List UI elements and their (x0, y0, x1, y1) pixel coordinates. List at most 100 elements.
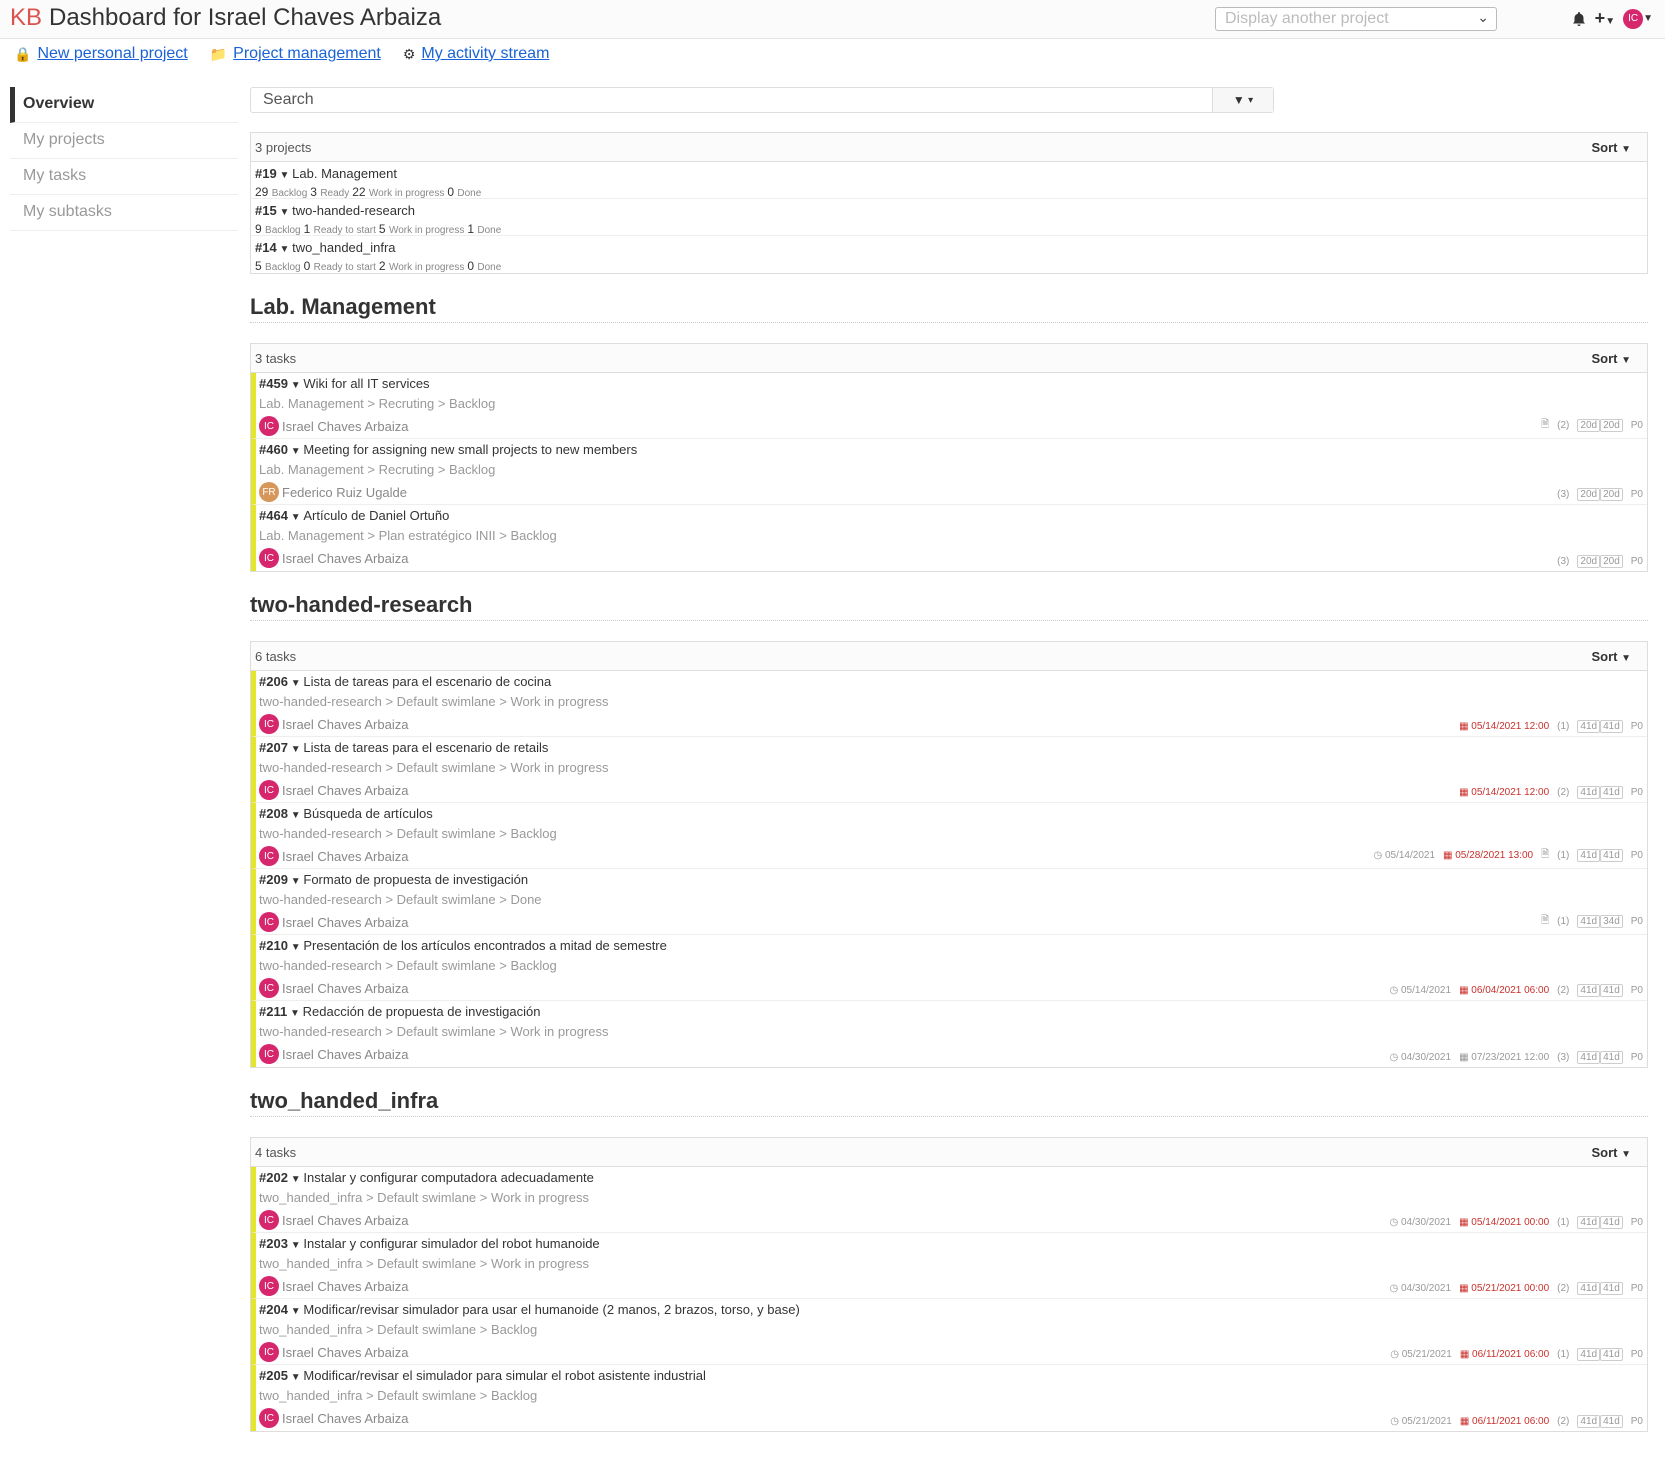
plus-menu-icon[interactable]: +▼ (1595, 8, 1615, 29)
task-id[interactable]: #210 (259, 938, 288, 953)
task-row[interactable]: #207 ▼ Lista de tareas para el escenario… (251, 737, 1647, 803)
project-id[interactable]: #19 (255, 166, 277, 181)
chevron-down-icon[interactable]: ▼ (288, 446, 303, 457)
project-name[interactable]: two_handed_infra (292, 240, 395, 255)
task-row[interactable]: #464 ▼ Artículo de Daniel Ortuño Lab. Man… (251, 505, 1647, 571)
task-id[interactable]: #204 (259, 1302, 288, 1317)
chevron-down-icon[interactable]: ▼ (288, 942, 303, 953)
task-id[interactable]: #208 (259, 806, 288, 821)
comments-count[interactable]: (1) (1557, 1217, 1569, 1228)
user-menu[interactable]: IC ▼ (1623, 8, 1653, 29)
comments-count[interactable]: (2) (1557, 787, 1569, 798)
chevron-down-icon[interactable]: ▼ (288, 678, 303, 689)
comments-count[interactable]: (2) (1557, 420, 1569, 431)
task-title[interactable]: Formato de propuesta de investigación (303, 872, 528, 887)
comments-count[interactable]: (1) (1557, 916, 1569, 927)
chevron-down-icon[interactable]: ▼ (277, 207, 292, 218)
task-row[interactable]: #203 ▼ Instalar y configurar simulador d… (251, 1233, 1647, 1299)
task-row[interactable]: #211 ▼ Redacción de propuesta de investi… (251, 1001, 1647, 1067)
task-row[interactable]: #460 ▼ Meeting for assigning new small p… (251, 439, 1647, 505)
avatar: IC (259, 1408, 279, 1428)
chevron-down-icon[interactable]: ▼ (288, 1372, 303, 1383)
file-icon[interactable]: 🗎 (1541, 913, 1549, 930)
task-row[interactable]: #204 ▼ Modificar/revisar simulador para … (251, 1299, 1647, 1365)
task-id[interactable]: #459 (259, 376, 288, 391)
task-title[interactable]: Instalar y configurar simulador del robo… (303, 1236, 599, 1251)
sort-dropdown[interactable]: Sort ▼ (1591, 351, 1631, 366)
task-title[interactable]: Instalar y configurar computadora adecua… (303, 1170, 594, 1185)
sidebar-item-my-tasks[interactable]: My tasks (10, 159, 238, 195)
task-row[interactable]: #459 ▼ Wiki for all IT services Lab. Mana… (251, 373, 1647, 439)
project-row[interactable]: #19 ▼ Lab. Management 29 Backlog 3 Ready 22… (251, 162, 1647, 199)
chevron-down-icon[interactable]: ▼ (288, 1306, 303, 1317)
sort-dropdown[interactable]: Sort ▼ (1591, 649, 1631, 664)
chevron-down-icon[interactable]: ▼ (288, 1240, 303, 1251)
project-id[interactable]: #14 (255, 240, 277, 255)
task-id[interactable]: #464 (259, 508, 288, 523)
chevron-down-icon[interactable]: ▼ (288, 876, 303, 887)
logo[interactable]: KB (10, 4, 42, 32)
task-id[interactable]: #203 (259, 1236, 288, 1251)
chevron-down-icon[interactable]: ▼ (277, 170, 292, 181)
task-row[interactable]: #205 ▼ Modificar/revisar el simulador pa… (251, 1365, 1647, 1431)
chevron-down-icon[interactable]: ▼ (288, 744, 303, 755)
comments-count[interactable]: (2) (1557, 1283, 1569, 1294)
project-select[interactable]: Display another project ⌄ (1215, 7, 1497, 31)
task-id[interactable]: #202 (259, 1170, 288, 1185)
task-title[interactable]: Artículo de Daniel Ortuño (303, 508, 449, 523)
task-row[interactable]: #202 ▼ Instalar y configurar computadora… (251, 1167, 1647, 1233)
project-row[interactable]: #15 ▼ two-handed-research 9 Backlog 1 Read… (251, 199, 1647, 236)
sort-dropdown[interactable]: Sort ▼ (1591, 1145, 1631, 1160)
project-name[interactable]: two-handed-research (292, 203, 415, 218)
comments-count[interactable]: (3) (1557, 1052, 1569, 1063)
task-title[interactable]: Wiki for all IT services (303, 376, 429, 391)
sidebar-item-overview[interactable]: Overview (10, 87, 238, 123)
task-title[interactable]: Búsqueda de artículos (303, 806, 432, 821)
filter-button[interactable]: ▼ ▾ (1212, 88, 1273, 112)
task-title[interactable]: Presentación de los artículos encontrado… (303, 938, 666, 953)
sidebar-item-my-subtasks[interactable]: My subtasks (10, 195, 238, 231)
file-icon[interactable]: 🗎 (1541, 417, 1549, 434)
comments-count[interactable]: (2) (1557, 985, 1569, 996)
task-row[interactable]: #208 ▼ Búsqueda de artículos two-handed-r… (251, 803, 1647, 869)
comments-count[interactable]: (3) (1557, 489, 1569, 500)
comments-count[interactable]: (1) (1557, 850, 1569, 861)
task-id[interactable]: #207 (259, 740, 288, 755)
task-id[interactable]: #206 (259, 674, 288, 689)
project-name[interactable]: Lab. Management (292, 166, 397, 181)
chevron-down-icon[interactable]: ▼ (288, 1174, 303, 1185)
bell-icon[interactable] (1571, 11, 1587, 27)
task-title[interactable]: Lista de tareas para el escenario de coc… (303, 674, 551, 689)
chevron-down-icon[interactable]: ▼ (287, 1008, 302, 1019)
task-row[interactable]: #206 ▼ Lista de tareas para el escenario… (251, 671, 1647, 737)
file-icon[interactable]: 🗎 (1541, 847, 1549, 864)
task-title[interactable]: Modificar/revisar simulador para usar el… (303, 1302, 799, 1317)
comments-count[interactable]: (1) (1557, 721, 1569, 732)
project-row[interactable]: #14 ▼ two_handed_infra 5 Backlog 0 Ready t… (251, 236, 1647, 273)
comments-count[interactable]: (2) (1557, 1416, 1569, 1427)
project-management-link[interactable]: Project management (233, 45, 381, 63)
comments-count[interactable]: (1) (1557, 1349, 1569, 1360)
task-title[interactable]: Meeting for assigning new small projects… (303, 442, 637, 457)
sidebar-item-my-projects[interactable]: My projects (10, 123, 238, 159)
comments-count[interactable]: (3) (1557, 556, 1569, 567)
task-id[interactable]: #205 (259, 1368, 288, 1383)
new-personal-project-link[interactable]: New personal project (37, 45, 187, 63)
chevron-down-icon[interactable]: ▼ (288, 512, 303, 523)
task-row[interactable]: #209 ▼ Formato de propuesta de investiga… (251, 869, 1647, 935)
project-id[interactable]: #15 (255, 203, 277, 218)
task-title[interactable]: Lista de tareas para el escenario de ret… (303, 740, 548, 755)
sort-dropdown[interactable]: Sort ▼ (1591, 140, 1631, 155)
search-input[interactable] (251, 88, 1175, 112)
time-estimated-badge: 41d (1577, 915, 1601, 928)
task-row[interactable]: #210 ▼ Presentación de los artículos enc… (251, 935, 1647, 1001)
chevron-down-icon[interactable]: ▼ (288, 380, 303, 391)
task-title[interactable]: Modificar/revisar el simulador para simu… (303, 1368, 705, 1383)
task-id[interactable]: #209 (259, 872, 288, 887)
chevron-down-icon[interactable]: ▼ (288, 810, 303, 821)
task-id[interactable]: #211 (259, 1004, 287, 1019)
task-id[interactable]: #460 (259, 442, 288, 457)
activity-stream-link[interactable]: My activity stream (421, 45, 549, 63)
chevron-down-icon[interactable]: ▼ (277, 244, 292, 255)
task-title[interactable]: Redacción de propuesta de investigación (303, 1004, 541, 1019)
